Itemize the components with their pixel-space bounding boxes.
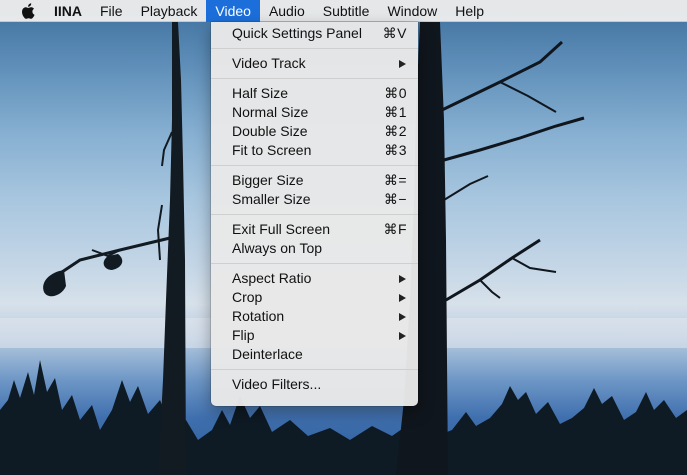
- menu-item-label: Rotation: [232, 308, 285, 324]
- menu-item-shortcut: ⌘V: [382, 25, 407, 41]
- menu-item-shortcut: ⌘3: [384, 142, 407, 158]
- menu-item-shortcut: ⌘1: [384, 104, 407, 120]
- menu-item-shortcut: ⌘0: [384, 85, 407, 101]
- menu-item-deinterlace[interactable]: Deinterlace: [211, 345, 418, 364]
- menu-item-label: Aspect Ratio: [232, 270, 312, 286]
- menu-separator: [211, 263, 418, 264]
- menu-bar: IINA File Playback Video Audio Subtitle …: [0, 0, 687, 22]
- menu-item-shortcut: ⌘F: [383, 221, 407, 237]
- menu-separator: [211, 369, 418, 370]
- menu-item-shortcut: ⌘=: [383, 172, 407, 188]
- menu-item-aspect-ratio[interactable]: Aspect Ratio: [211, 269, 418, 288]
- menu-item-label: Video Track: [232, 55, 306, 71]
- menu-item-label: Fit to Screen: [232, 142, 312, 158]
- menu-item-exit-full-screen[interactable]: Exit Full Screen ⌘F: [211, 220, 418, 239]
- menu-separator: [211, 78, 418, 79]
- menu-subtitle[interactable]: Subtitle: [314, 0, 379, 22]
- menu-audio[interactable]: Audio: [260, 0, 314, 22]
- menu-item-label: Video Filters...: [232, 376, 322, 392]
- menu-video[interactable]: Video: [206, 0, 260, 22]
- menu-item-video-track[interactable]: Video Track: [211, 54, 418, 73]
- menu-item-label: Deinterlace: [232, 346, 303, 362]
- menu-item-flip[interactable]: Flip: [211, 326, 418, 345]
- menu-item-rotation[interactable]: Rotation: [211, 307, 418, 326]
- menu-item-half-size[interactable]: Half Size ⌘0: [211, 84, 418, 103]
- menu-item-fit-to-screen[interactable]: Fit to Screen ⌘3: [211, 141, 418, 160]
- menu-item-label: Flip: [232, 327, 255, 343]
- video-dropdown-menu: Quick Settings Panel ⌘V Video Track Half…: [211, 22, 418, 406]
- menu-item-crop[interactable]: Crop: [211, 288, 418, 307]
- menu-help[interactable]: Help: [446, 0, 493, 22]
- menu-item-double-size[interactable]: Double Size ⌘2: [211, 122, 418, 141]
- menu-item-label: Smaller Size: [232, 191, 311, 207]
- submenu-arrow-icon: [399, 293, 406, 302]
- menu-item-label: Quick Settings Panel: [232, 25, 362, 41]
- menu-item-label: Normal Size: [232, 104, 309, 120]
- menu-item-label: Bigger Size: [232, 172, 304, 188]
- menu-separator: [211, 48, 418, 49]
- menu-item-always-on-top[interactable]: Always on Top: [211, 239, 418, 258]
- menu-item-bigger-size[interactable]: Bigger Size ⌘=: [211, 171, 418, 190]
- menu-item-video-filters[interactable]: Video Filters...: [211, 375, 418, 394]
- menu-item-label: Crop: [232, 289, 263, 305]
- menu-item-quick-settings-panel[interactable]: Quick Settings Panel ⌘V: [211, 24, 418, 43]
- submenu-arrow-icon: [399, 59, 406, 68]
- menu-playback[interactable]: Playback: [132, 0, 207, 22]
- menu-item-label: Exit Full Screen: [232, 221, 331, 237]
- menu-item-shortcut: ⌘2: [384, 123, 407, 139]
- menu-separator: [211, 214, 418, 215]
- menu-item-smaller-size[interactable]: Smaller Size ⌘−: [211, 190, 418, 209]
- apple-logo-icon[interactable]: [19, 0, 37, 22]
- menu-item-shortcut: ⌘−: [383, 191, 407, 207]
- menu-file[interactable]: File: [91, 0, 132, 22]
- menu-item-label: Always on Top: [232, 240, 323, 256]
- submenu-arrow-icon: [399, 312, 406, 321]
- submenu-arrow-icon: [399, 331, 406, 340]
- app-menu-iina[interactable]: IINA: [54, 0, 91, 22]
- menu-window[interactable]: Window: [378, 0, 446, 22]
- menu-item-label: Half Size: [232, 85, 289, 101]
- menu-separator: [211, 165, 418, 166]
- menu-item-label: Double Size: [232, 123, 308, 139]
- submenu-arrow-icon: [399, 274, 406, 283]
- menu-item-normal-size[interactable]: Normal Size ⌘1: [211, 103, 418, 122]
